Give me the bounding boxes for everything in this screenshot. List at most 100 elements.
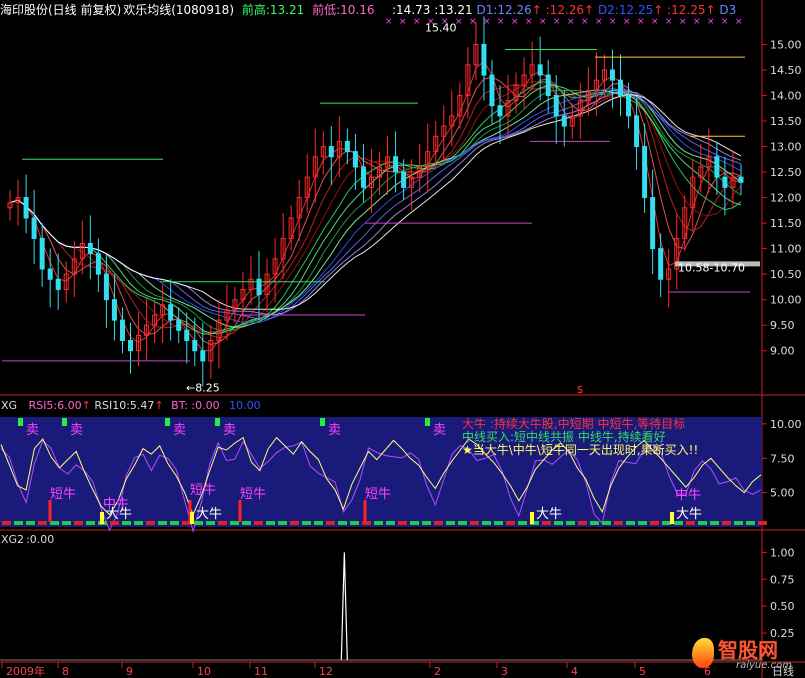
- signal-base-block: [650, 521, 659, 525]
- header-values: :14.73 :13.21 D1:12.26↑ :12.26↑ D2:12.25…: [392, 2, 736, 18]
- short-bull-label: 短牛: [50, 487, 76, 502]
- x-tick-label: 9: [126, 665, 133, 678]
- x-tick-label: 12: [319, 665, 333, 678]
- signal-marker: ×: [441, 17, 449, 27]
- signal-marker: ×: [427, 17, 435, 27]
- xg2-value: :0.00: [26, 533, 55, 546]
- signal-marker: ×: [707, 17, 715, 27]
- big-bull-label: 大牛: [106, 507, 132, 522]
- signal-base-block: [278, 521, 287, 525]
- signal-base-block: [734, 521, 743, 525]
- signal-marker: ×: [693, 17, 701, 27]
- header-v4: :12.25: [667, 3, 706, 17]
- signal-base-block: [758, 521, 767, 525]
- signal-base-block: [458, 521, 467, 525]
- xg-tick-label: 10.00: [770, 418, 802, 431]
- signal-base-block: [470, 521, 479, 525]
- up-arrow-icon: ↑: [705, 3, 716, 17]
- signal-base-block: [170, 521, 179, 525]
- signal-marker: ×: [385, 17, 393, 27]
- x-tick-label: 8: [62, 665, 69, 678]
- sell-label: 卖: [328, 423, 341, 438]
- signal-base-block: [386, 521, 395, 525]
- sell-flag-icon: [18, 418, 23, 426]
- xg2-tick-label: 0.50: [770, 600, 795, 613]
- candle-body: [344, 140, 350, 153]
- price-tick-label: 11.00: [770, 243, 802, 256]
- signal-marker: ×: [553, 17, 561, 27]
- signal-marker: ×: [539, 17, 547, 27]
- signal-base-block: [2, 521, 11, 525]
- candle-body: [128, 340, 134, 352]
- range-label: 10.58-10.70: [678, 262, 745, 275]
- price-tick-label: 12.00: [770, 192, 802, 205]
- sell-label: 卖: [223, 423, 236, 438]
- signal-base-block: [482, 521, 491, 525]
- signal-marker: ×: [455, 17, 463, 27]
- x-tick-label: 10: [197, 665, 211, 678]
- xg-tick-label: 5.00: [770, 487, 795, 500]
- moving-average-line: [9, 83, 742, 339]
- candle-body: [184, 329, 190, 342]
- signal-base-block: [398, 521, 407, 525]
- candle-body: [352, 151, 358, 168]
- candle-body: [95, 253, 101, 275]
- moving-average-line: [9, 89, 742, 332]
- signal-marker: ×: [609, 17, 617, 27]
- candle-body: [55, 278, 61, 290]
- xg2-header: XG2:0.00: [1, 533, 54, 547]
- candle-body: [200, 350, 206, 362]
- sell-label: 卖: [70, 423, 83, 438]
- candle-body: [722, 176, 728, 188]
- moving-average-line: [9, 87, 742, 324]
- signal-marker: ×: [623, 17, 631, 27]
- candle-body: [111, 299, 117, 321]
- candle-body: [401, 171, 407, 188]
- xg-legend-line1: 大牛 :持续大牛股,中短期 中短牛,等待目标: [462, 416, 685, 431]
- x-tick-label: 11: [254, 665, 268, 678]
- up-arrow-icon: ↑: [531, 3, 542, 17]
- candle-body: [489, 74, 495, 107]
- big-bull-bar: [190, 512, 194, 524]
- short-bull-label: 短牛: [190, 483, 216, 498]
- sell-label: 卖: [173, 423, 186, 438]
- signal-base-block: [518, 521, 527, 525]
- header-d2: D2:12.25: [597, 3, 654, 17]
- signal-base-block: [74, 521, 83, 525]
- x-tick-label: 4: [571, 665, 578, 678]
- x-tick-label: 5: [639, 665, 646, 678]
- candle-body: [545, 74, 551, 96]
- price-tick-label: 15.00: [770, 38, 802, 51]
- candle-body: [23, 197, 29, 219]
- watermark: 智股网 raiyue.com: [692, 634, 802, 676]
- xg-legend-line3: ★当大牛\中牛\短牛同一天出现时,果断买入!!: [462, 442, 698, 457]
- xg2-spike: [340, 552, 348, 661]
- signal-base-block: [326, 521, 335, 525]
- signal-base-block: [350, 521, 359, 525]
- xg2-tick-label: 0.75: [770, 573, 795, 586]
- sell-flag-icon: [215, 418, 220, 426]
- signal-base-block: [614, 521, 623, 525]
- watermark-name: 智股网: [718, 638, 778, 662]
- signal-base-block: [434, 521, 443, 525]
- candle-body: [393, 156, 399, 173]
- big-bull-label: 大牛: [196, 507, 222, 522]
- rsi10-label: RSI10:5.47: [94, 399, 155, 412]
- short-bull-label: 短牛: [365, 487, 391, 502]
- candle-body: [87, 243, 93, 255]
- signal-base-block: [374, 521, 383, 525]
- header-d3: D3: [719, 3, 737, 17]
- big-bull-bar: [530, 512, 534, 524]
- signal-marker: ×: [567, 17, 575, 27]
- moving-average-line: [9, 94, 742, 310]
- candle-body: [103, 273, 109, 301]
- candle-body: [634, 115, 640, 148]
- signal-base-block: [26, 521, 35, 525]
- signal-marker: ×: [413, 17, 421, 27]
- signal-base-block: [62, 521, 71, 525]
- candle-body: [47, 268, 53, 280]
- bt-value2: 10.00: [229, 399, 261, 412]
- stock-chart-canvas: 9.00 9.50 10.00 10.50 11.00 11.50 12.00 12.50 13…: [0, 0, 805, 678]
- indicator-name: 欢乐均线(1080918): [123, 3, 234, 17]
- moving-average-line: [9, 60, 742, 352]
